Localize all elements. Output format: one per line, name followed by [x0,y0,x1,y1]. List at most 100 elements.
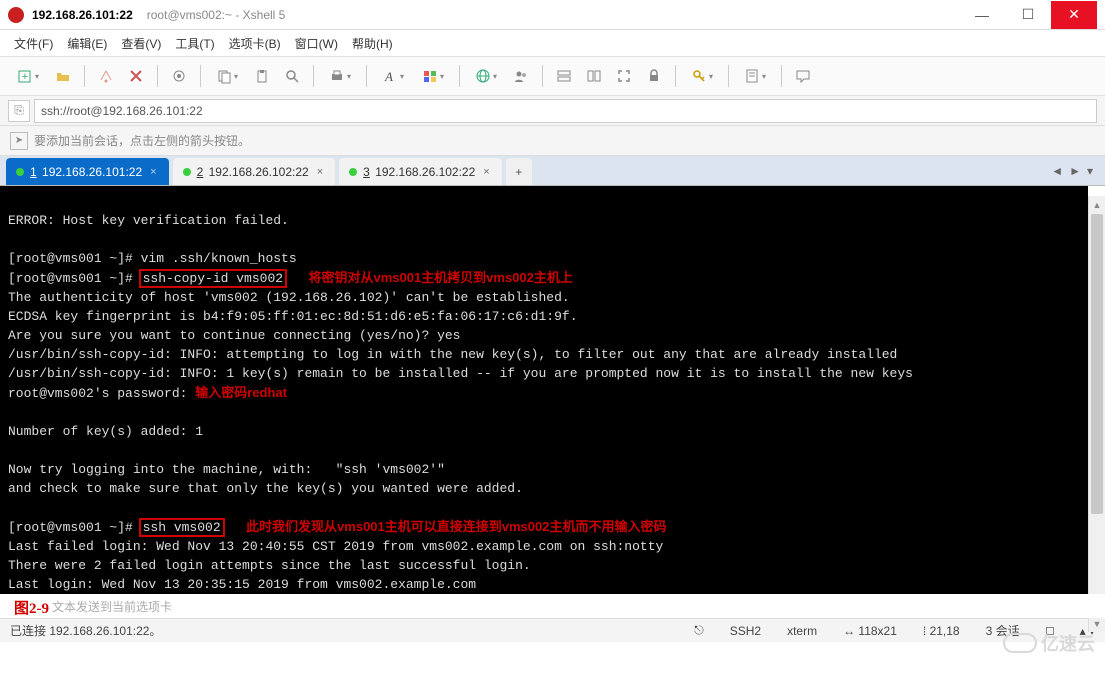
reconnect-icon[interactable] [93,63,119,89]
new-tab-button[interactable]: + [506,158,532,185]
term-line: The authenticity of host 'vms002 (192.16… [8,290,570,305]
status-dot-icon [183,168,191,176]
cursor-pos-icon: ⁞ [923,624,930,638]
address-field[interactable]: ssh://root@192.168.26.101:22 [34,99,1097,123]
menu-tools[interactable]: 工具(T) [175,35,214,52]
status-cursor-pos: 21,18 [930,624,960,638]
status-size: 118x21 [858,624,896,638]
new-session-icon[interactable]: + [10,63,46,89]
window-title-sub: root@vms002:~ - Xshell 5 [147,8,286,22]
session-tab-2[interactable]: 2 192.168.26.102:22 × [173,158,336,185]
annotation: 将密钥对从vms001主机拷贝到vms002主机上 [308,270,572,285]
status-protocol: SSH2 [730,624,761,638]
key-icon[interactable] [684,63,720,89]
highlighted-command: ssh-copy-id vms002 [141,271,285,286]
svg-text:A: A [384,69,393,84]
speech-bubble-icon[interactable] [790,63,816,89]
tab-close-icon[interactable]: × [317,166,323,178]
address-host-icon[interactable]: ⎘ [8,100,30,122]
address-bar: ⎘ ssh://root@192.168.26.101:22 [0,96,1105,126]
window-title-main: 192.168.26.101:22 [32,8,133,22]
menu-edit[interactable]: 编辑(E) [67,35,107,52]
tab-number: 3 [363,165,370,179]
users-icon[interactable] [508,63,534,89]
paste-icon[interactable] [249,63,275,89]
session-tab-3[interactable]: 3 192.168.26.102:22 × [339,158,502,185]
term-line: Last login: Wed Nov 13 20:35:15 2019 fro… [8,577,476,592]
session-hint-bar: ➤ 要添加当前会话，点击左侧的箭头按钮。 [0,126,1105,156]
tab-close-icon[interactable]: × [483,166,489,178]
scrollbar-thumb[interactable] [1091,214,1103,514]
term-line: Now try logging into the machine, with: … [8,462,445,477]
color-scheme-icon[interactable] [415,63,451,89]
tab-menu-icon[interactable]: ▾ [1087,164,1093,178]
watermark-text: 亿速云 [1041,630,1095,656]
send-target-text: 文本发送到当前选项卡 [52,598,172,615]
term-line: ECDSA key fingerprint is b4:f9:05:ff:01:… [8,309,578,324]
copy-icon[interactable] [209,63,245,89]
session-hint-text: 要添加当前会话，点击左侧的箭头按钮。 [34,132,250,149]
term-line: [root@vms001 ~]# vim .ssh/known_hosts [8,251,297,266]
folder-open-icon[interactable] [50,63,76,89]
address-text: ssh://root@192.168.26.101:22 [41,104,203,118]
tab-number: 1 [30,165,37,179]
scroll-up-icon[interactable]: ▲ [1089,196,1105,213]
lock-icon[interactable] [641,63,667,89]
term-line: /usr/bin/ssh-copy-id: INFO: 1 key(s) rem… [8,366,913,381]
menu-file[interactable]: 文件(F) [14,35,53,52]
status-bar: 已连接 192.168.26.101:22。 ⎋ SSH2 xterm ↔ 11… [0,618,1105,642]
toolbar: + A [0,56,1105,96]
terminal-output[interactable]: ERROR: Host key verification failed. [ro… [0,186,1088,594]
print-icon[interactable] [322,63,358,89]
properties-icon[interactable] [166,63,192,89]
menu-window[interactable]: 窗口(W) [295,35,338,52]
tab-label: 192.168.26.102:22 [375,165,475,179]
watermark: 亿速云 [1003,630,1095,656]
minimize-button[interactable]: — [959,1,1005,29]
term-line: ERROR: Host key verification failed. [8,213,289,228]
fullscreen-icon[interactable] [611,63,637,89]
term-prompt: [root@vms001 ~]# [8,271,141,286]
svg-text:+: + [22,71,28,83]
split-vertical-icon[interactable] [581,63,607,89]
cloud-icon [1003,633,1037,653]
titlebar: 192.168.26.101:22 root@vms002:~ - Xshell… [0,0,1105,30]
highlighted-command: ssh vms002 [141,520,223,535]
tab-label: 192.168.26.102:22 [209,165,309,179]
annotation: 输入密码redhat [195,385,287,400]
status-connection: 已连接 192.168.26.101:22。 [10,622,161,639]
term-line: Last failed login: Wed Nov 13 20:40:55 C… [8,539,663,554]
term-line: and check to make sure that only the key… [8,481,523,496]
font-icon[interactable]: A [375,63,411,89]
term-line: root@vms002's password: [8,386,195,401]
session-tab-1[interactable]: 1 192.168.26.101:22 × [6,158,169,185]
menubar: 文件(F) 编辑(E) 查看(V) 工具(T) 选项卡(B) 窗口(W) 帮助(… [0,30,1105,56]
globe-icon[interactable] [468,63,504,89]
find-icon[interactable] [279,63,305,89]
tab-label: 192.168.26.101:22 [42,165,142,179]
close-button[interactable]: ✕ [1051,1,1097,29]
menu-help[interactable]: 帮助(H) [352,35,393,52]
add-session-arrow-button[interactable]: ➤ [10,132,28,150]
status-dot-icon [349,168,357,176]
split-horizontal-icon[interactable] [551,63,577,89]
status-term-type: xterm [787,624,817,638]
figure-label: 图2-9 [14,597,49,618]
app-icon [8,7,24,23]
disconnect-icon[interactable] [123,63,149,89]
menu-view[interactable]: 查看(V) [121,35,161,52]
script-icon[interactable] [737,63,773,89]
term-line: /usr/bin/ssh-copy-id: INFO: attempting t… [8,347,897,362]
status-dot-icon [16,168,24,176]
tab-scroll-right-icon[interactable]: ► [1069,164,1081,178]
term-line: There were 2 failed login attempts since… [8,558,531,573]
term-prompt: [root@vms001 ~]# [8,520,141,535]
send-target-bar: 图2-9 文本发送到当前选项卡 [0,594,1105,618]
term-line: Are you sure you want to continue connec… [8,328,460,343]
tab-scroll-left-icon[interactable]: ◄ [1051,164,1063,178]
tab-close-icon[interactable]: × [150,166,156,178]
vertical-scrollbar[interactable]: ▲ ▼ [1088,196,1105,632]
menu-tab[interactable]: 选项卡(B) [229,35,281,52]
tab-number: 2 [197,165,204,179]
maximize-button[interactable]: ☐ [1005,1,1051,29]
